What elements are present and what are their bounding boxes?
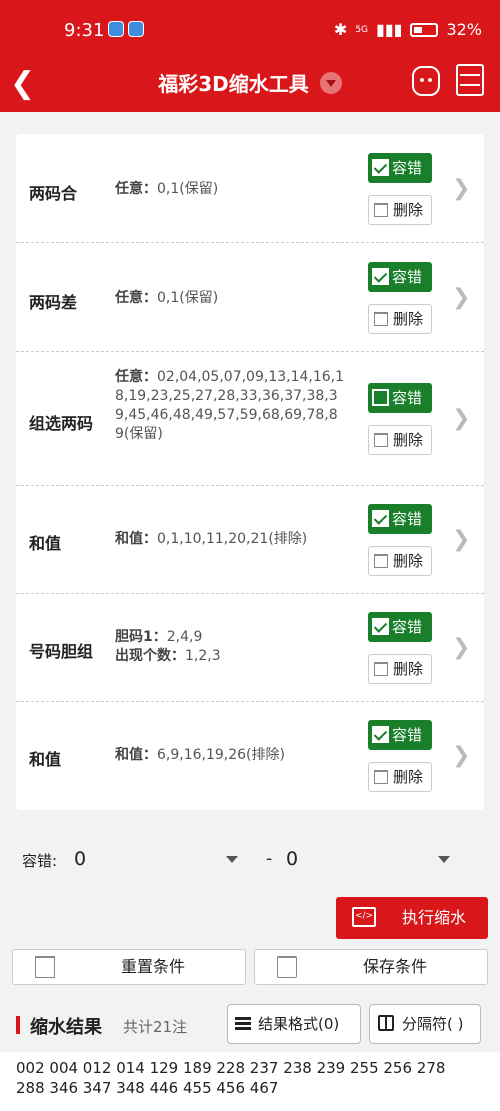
condition-name: 两码差 — [29, 293, 78, 312]
conditions-card: 两码合 任意：0,1(保留) 容错 删除 ❯ 两码差 任意：0,1(保留) 容错… — [16, 134, 484, 810]
condition-desc: 和值：0,1,10,11,20,21(排除) — [115, 531, 308, 547]
save-button[interactable]: 保存条件 — [254, 949, 488, 985]
delete-button[interactable]: 删除 — [368, 654, 432, 684]
condition-desc: 胆码1：2,4,9 出现个数：1,2,3 — [115, 629, 221, 664]
trash-icon — [35, 956, 55, 978]
result-format-button[interactable]: 结果格式(0) — [227, 1004, 361, 1044]
condition-row[interactable]: 和值 和值：6,9,16,19,26(排除) 容错 删除 ❯ — [16, 702, 484, 810]
execute-label: 执行缩水 — [402, 908, 467, 927]
chevron-right-icon[interactable]: ❯ — [452, 176, 470, 201]
condition-name: 和值 — [29, 750, 62, 769]
trash-icon — [374, 770, 388, 784]
chevron-right-icon[interactable]: ❯ — [452, 406, 470, 431]
chevron-right-icon[interactable]: ❯ — [452, 527, 470, 552]
delete-button[interactable]: 删除 — [368, 762, 432, 792]
checkbox-checked-icon — [372, 618, 389, 635]
tolerance-max-select[interactable]: 0 — [286, 848, 298, 870]
status-time: 9:31 — [64, 20, 105, 41]
tolerance-label: 容错: — [22, 852, 58, 870]
condition-desc: 和值：6,9,16,19,26(排除) — [115, 747, 285, 763]
battery-percent: 32% — [446, 20, 482, 39]
result-count: 共计21注 — [123, 1018, 188, 1036]
top-bar: ❮ 福彩3D缩水工具 — [0, 58, 500, 112]
cloud-notification-icon — [128, 21, 144, 37]
checkbox-unchecked-icon — [372, 389, 389, 406]
chevron-right-icon[interactable]: ❯ — [452, 743, 470, 768]
checkbox-checked-icon — [372, 268, 389, 285]
column-split-icon — [378, 1015, 394, 1031]
result-text-area[interactable]: 002 004 012 014 129 189 228 237 238 239 … — [0, 1052, 500, 1111]
app-notification-icon — [108, 21, 124, 37]
condition-row[interactable]: 组选两码 任意：02,04,05,07,09,13,14,16,18,19,23… — [16, 352, 484, 486]
trash-icon — [374, 662, 388, 676]
tolerance-toggle[interactable]: 容错 — [368, 383, 432, 413]
chevron-right-icon[interactable]: ❯ — [452, 635, 470, 660]
reset-label: 重置条件 — [121, 957, 186, 976]
delete-button[interactable]: 删除 — [368, 546, 432, 576]
signal-icon: ▮▮▮ — [376, 20, 403, 39]
drawer-icon[interactable] — [456, 64, 484, 96]
condition-name: 和值 — [29, 534, 62, 553]
condition-row[interactable]: 两码差 任意：0,1(保留) 容错 删除 ❯ — [16, 243, 484, 352]
save-icon — [277, 956, 297, 978]
condition-name: 两码合 — [29, 184, 78, 203]
delete-button[interactable]: 删除 — [368, 425, 432, 455]
tolerance-toggle[interactable]: 容错 — [368, 153, 432, 183]
result-line: 002 004 012 014 129 189 228 237 238 239 … — [16, 1059, 446, 1077]
condition-desc: 任意：0,1(保留) — [115, 181, 219, 197]
result-title: 缩水结果 — [30, 1017, 102, 1038]
delete-button[interactable]: 删除 — [368, 304, 432, 334]
tolerance-toggle[interactable]: 容错 — [368, 720, 432, 750]
execute-button[interactable]: </> 执行缩水 — [336, 897, 488, 939]
condition-row[interactable]: 号码胆组 胆码1：2,4,9 出现个数：1,2,3 容错 删除 ❯ — [16, 594, 484, 702]
chevron-right-icon[interactable]: ❯ — [452, 285, 470, 310]
list-format-icon — [235, 1017, 251, 1031]
status-bar: 9:31 ✱ 5G ▮▮▮ 32% — [0, 0, 500, 58]
network-label: 5G — [355, 24, 369, 35]
result-line: 288 346 347 348 446 455 456 467 — [16, 1079, 279, 1097]
battery-icon — [410, 22, 439, 37]
condition-name: 组选两码 — [29, 414, 94, 433]
result-header: 缩水结果 共计21注 结果格式(0) 分隔符( ) — [0, 1000, 500, 1052]
checkbox-checked-icon — [372, 726, 389, 743]
trash-icon — [374, 554, 388, 568]
trash-icon — [374, 203, 388, 217]
bluetooth-icon: ✱ — [333, 20, 348, 39]
tolerance-range: 容错: 0 - 0 — [0, 846, 500, 876]
condition-row[interactable]: 两码合 任意：0,1(保留) 容错 删除 ❯ — [16, 134, 484, 243]
save-label: 保存条件 — [363, 957, 428, 976]
range-separator: - — [266, 849, 273, 869]
robot-icon[interactable] — [412, 66, 440, 96]
tolerance-min-select[interactable]: 0 — [74, 848, 86, 870]
condition-desc: 任意：0,1(保留) — [115, 290, 219, 306]
code-window-icon: </> — [352, 907, 376, 927]
trash-icon — [374, 433, 388, 447]
checkbox-checked-icon — [372, 159, 389, 176]
condition-desc: 任意：02,04,05,07,09,13,14,16,18,19,23,25,2… — [115, 369, 345, 442]
tolerance-toggle[interactable]: 容错 — [368, 262, 432, 292]
chevron-down-icon[interactable] — [226, 856, 238, 863]
condition-name: 号码胆组 — [29, 642, 94, 661]
title-dropdown-icon[interactable] — [319, 72, 342, 94]
delete-button[interactable]: 删除 — [368, 195, 432, 225]
chevron-down-icon[interactable] — [438, 856, 450, 863]
separator-button[interactable]: 分隔符( ) — [369, 1004, 481, 1044]
status-right: ✱ 5G ▮▮▮ 32% — [334, 20, 482, 39]
section-marker — [16, 1016, 20, 1034]
reset-button[interactable]: 重置条件 — [12, 949, 246, 985]
trash-icon — [374, 312, 388, 326]
condition-row[interactable]: 和值 和值：0,1,10,11,20,21(排除) 容错 删除 ❯ — [16, 486, 484, 594]
page-title-text: 福彩3D缩水工具 — [158, 72, 309, 96]
tolerance-toggle[interactable]: 容错 — [368, 612, 432, 642]
tolerance-toggle[interactable]: 容错 — [368, 504, 432, 534]
checkbox-checked-icon — [372, 510, 389, 527]
